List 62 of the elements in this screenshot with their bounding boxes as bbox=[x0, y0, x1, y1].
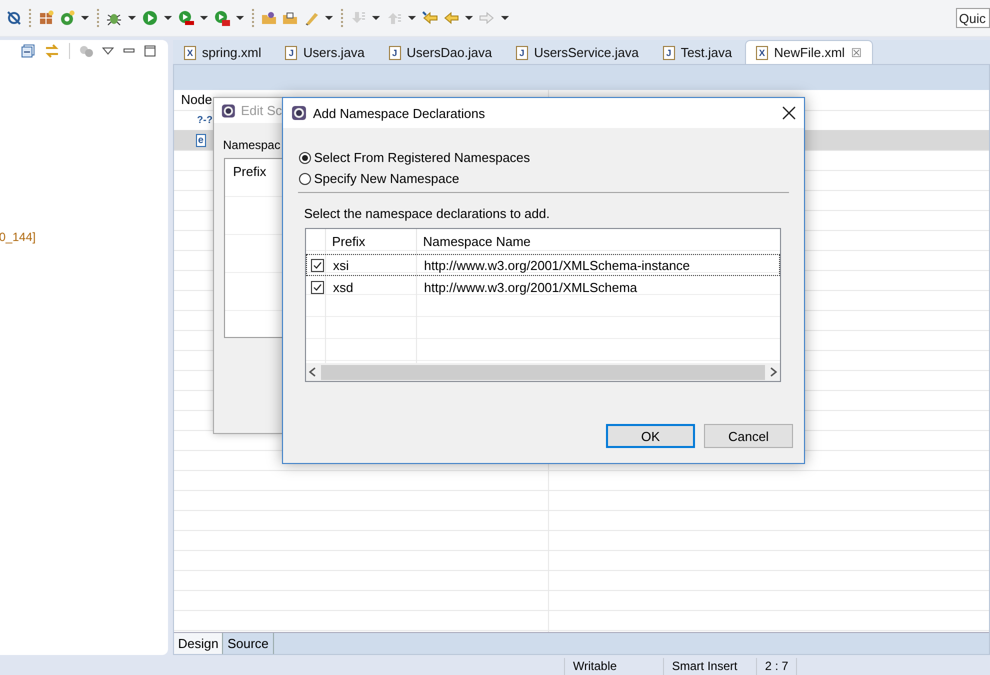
node-icon: e bbox=[196, 134, 206, 146]
caret-icon[interactable] bbox=[127, 13, 137, 23]
radio-option[interactable]: Specify New Namespace bbox=[299, 171, 804, 186]
cancel-button[interactable]: Cancel bbox=[704, 424, 793, 448]
editor-tab[interactable]: J Users.java bbox=[274, 40, 376, 64]
ok-button[interactable]: OK bbox=[606, 424, 695, 448]
node-icon: ?-? bbox=[196, 114, 214, 126]
status-field: Writable bbox=[564, 658, 663, 675]
file-icon: J bbox=[662, 46, 675, 60]
app-icon bbox=[221, 102, 236, 118]
caret-icon[interactable] bbox=[80, 13, 90, 23]
column-header: Node bbox=[180, 91, 214, 109]
editor-tab[interactable]: X NewFile.xml ☒ bbox=[745, 40, 873, 64]
editor-tab[interactable]: X spring.xml bbox=[173, 40, 272, 64]
caret-icon[interactable] bbox=[371, 13, 381, 23]
file-icon: X bbox=[184, 46, 196, 60]
caret-icon[interactable] bbox=[235, 13, 245, 23]
field-label: Namespac bbox=[223, 138, 282, 152]
menu-caret-icon[interactable] bbox=[102, 46, 114, 56]
file-icon: J bbox=[388, 46, 401, 60]
checkbox[interactable] bbox=[310, 258, 324, 272]
column-header: Prefix bbox=[232, 163, 268, 181]
quick-access-field[interactable]: Quic bbox=[956, 8, 990, 28]
back-arrow-icon[interactable] bbox=[443, 10, 459, 26]
grid-icon[interactable] bbox=[38, 10, 54, 26]
run-icon[interactable] bbox=[178, 10, 194, 26]
instruction-text: Select the namespace declarations to add. bbox=[304, 206, 551, 221]
file-icon: J bbox=[285, 46, 298, 60]
table-row[interactable]: xsd http://www.w3.org/2001/XMLSchema bbox=[306, 276, 780, 298]
caret-icon[interactable] bbox=[324, 13, 334, 23]
folder-icon[interactable] bbox=[261, 10, 277, 26]
page-tab[interactable]: Design bbox=[174, 633, 224, 654]
caret-icon[interactable] bbox=[199, 13, 209, 23]
column-header: Namespace Name bbox=[416, 229, 531, 254]
close-icon[interactable] bbox=[782, 106, 796, 120]
dialog-title: Edit Sc bbox=[240, 103, 282, 118]
page-tab[interactable]: Source bbox=[223, 633, 274, 654]
play-icon[interactable] bbox=[142, 10, 158, 26]
caret-icon[interactable] bbox=[163, 13, 173, 23]
app-icon bbox=[291, 105, 307, 121]
status-field: 2 : 7 bbox=[756, 658, 796, 675]
file-icon: J bbox=[516, 46, 528, 60]
editor-tab[interactable]: J UsersService.java bbox=[504, 40, 650, 64]
editor-tab[interactable]: J UsersDao.java bbox=[378, 40, 503, 64]
table-row[interactable]: xsi http://www.w3.org/2001/XMLSchema-instance bbox=[306, 254, 780, 276]
dialog-title: Add Namespace Declarations bbox=[313, 106, 485, 120]
checkbox[interactable] bbox=[310, 280, 324, 294]
collapse-icon[interactable] bbox=[21, 44, 35, 58]
run-stop-icon[interactable] bbox=[214, 10, 230, 26]
close-icon[interactable]: ☒ bbox=[850, 46, 862, 60]
column-header: Prefix bbox=[325, 229, 416, 254]
editor-tab[interactable]: J Test.java bbox=[652, 40, 744, 64]
caret-icon[interactable] bbox=[500, 13, 510, 23]
maximize-icon[interactable] bbox=[144, 45, 156, 57]
status-field: Smart Insert bbox=[663, 658, 756, 675]
file-icon: X bbox=[756, 46, 768, 60]
radio-option[interactable]: Select From Registered Namespaces bbox=[299, 150, 804, 165]
folder-open-icon[interactable] bbox=[282, 10, 298, 26]
scrollbar-thumb[interactable] bbox=[321, 364, 765, 380]
caret-icon[interactable] bbox=[407, 13, 417, 23]
back-edit-icon[interactable] bbox=[422, 10, 438, 26]
caret-icon[interactable] bbox=[464, 13, 474, 23]
